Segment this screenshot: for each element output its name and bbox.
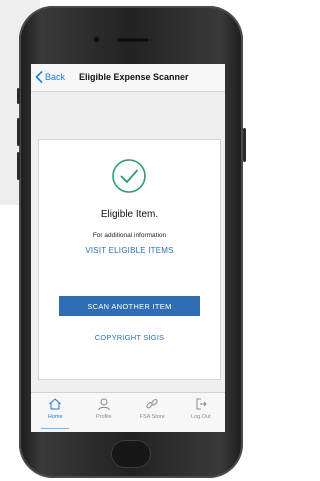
- tab-log-out[interactable]: Log Out: [177, 393, 226, 432]
- eligibility-status: Eligible Item.: [100, 209, 159, 220]
- front-camera: [93, 36, 100, 43]
- volume-down-button: [17, 152, 20, 180]
- tab-profile-label: Profile: [95, 414, 112, 420]
- mute-switch: [17, 88, 20, 104]
- link-icon: [146, 399, 158, 409]
- tab-profile[interactable]: Profile: [80, 393, 129, 432]
- app-screen: Back Eligible Expense Scanner Eligible I…: [31, 64, 225, 432]
- navigation-bar: Back Eligible Expense Scanner: [31, 64, 225, 92]
- volume-up-button: [17, 118, 20, 146]
- additional-info-text: For additional information: [92, 232, 167, 239]
- tab-bar: Home Profile FSA Store Log Out: [31, 392, 225, 432]
- copyright-sigis-link[interactable]: COPYRIGHT SIGIS: [39, 333, 220, 342]
- home-icon: [49, 398, 62, 410]
- tab-fsa-store-label: FSA Store: [139, 414, 165, 420]
- scan-another-item-button[interactable]: SCAN ANOTHER ITEM: [59, 296, 200, 316]
- chevron-left-icon: [35, 71, 43, 83]
- tab-fsa-store[interactable]: FSA Store: [128, 393, 177, 432]
- logout-icon: [196, 398, 207, 410]
- home-button: [111, 440, 151, 468]
- page-title: Eligible Expense Scanner: [79, 72, 189, 82]
- back-label: Back: [45, 72, 66, 82]
- check-circle-icon: [112, 159, 146, 193]
- active-tab-indicator: [41, 427, 69, 429]
- back-button[interactable]: Back: [35, 70, 65, 84]
- power-button: [243, 128, 246, 162]
- tab-home[interactable]: Home: [31, 393, 80, 432]
- profile-icon: [97, 398, 110, 411]
- visit-eligible-items-link[interactable]: VISIT ELIGIBLE ITEMS: [39, 246, 220, 255]
- result-card: Eligible Item. For additional informatio…: [38, 139, 221, 380]
- tab-log-out-label: Log Out: [190, 414, 211, 420]
- earpiece-speaker: [117, 38, 149, 42]
- tab-home-label: Home: [47, 414, 63, 420]
